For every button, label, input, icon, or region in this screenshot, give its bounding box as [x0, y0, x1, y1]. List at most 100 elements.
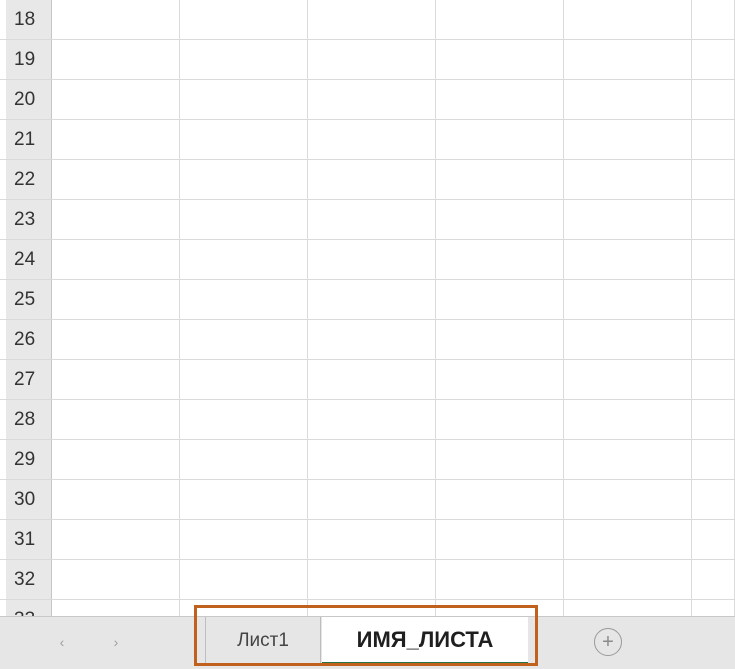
row-header[interactable]: 25 [0, 280, 52, 319]
grid-cell[interactable] [436, 480, 564, 519]
grid-cell[interactable] [180, 240, 308, 279]
grid-cell[interactable] [436, 440, 564, 479]
row-header[interactable]: 26 [0, 320, 52, 359]
grid-cell[interactable] [180, 40, 308, 79]
grid-cell[interactable] [436, 0, 564, 39]
sheet-name-input[interactable] [340, 626, 510, 653]
grid-cell[interactable] [564, 280, 692, 319]
grid-cell[interactable] [692, 560, 735, 599]
grid-cell[interactable] [180, 360, 308, 399]
grid-cell[interactable] [52, 600, 180, 616]
grid-cell[interactable] [436, 320, 564, 359]
grid-cell[interactable] [308, 400, 436, 439]
grid-cell[interactable] [52, 280, 180, 319]
grid-cell[interactable] [564, 40, 692, 79]
grid-cell[interactable] [180, 480, 308, 519]
grid-cell[interactable] [564, 240, 692, 279]
grid-cell[interactable] [308, 200, 436, 239]
grid-cell[interactable] [692, 280, 735, 319]
add-sheet-button[interactable]: + [594, 628, 622, 656]
grid-cell[interactable] [180, 160, 308, 199]
grid-cell[interactable] [308, 480, 436, 519]
grid-cell[interactable] [436, 560, 564, 599]
grid-cell[interactable] [52, 40, 180, 79]
grid-cell[interactable] [692, 40, 735, 79]
sheet-tab-list1[interactable]: Лист1 [205, 617, 321, 665]
grid-cell[interactable] [180, 200, 308, 239]
grid-cell[interactable] [308, 320, 436, 359]
grid-cell[interactable] [52, 400, 180, 439]
grid-cell[interactable] [436, 280, 564, 319]
grid-cell[interactable] [308, 560, 436, 599]
grid-cell[interactable] [308, 280, 436, 319]
sheet-tab-active-rename[interactable] [322, 617, 528, 665]
row-header[interactable]: 30 [0, 480, 52, 519]
grid-cell[interactable] [436, 400, 564, 439]
grid-cell[interactable] [52, 520, 180, 559]
grid-cell[interactable] [436, 600, 564, 616]
row-header[interactable]: 29 [0, 440, 52, 479]
grid-cell[interactable] [564, 200, 692, 239]
grid-cell[interactable] [564, 320, 692, 359]
row-header[interactable]: 23 [0, 200, 52, 239]
grid-cell[interactable] [692, 600, 735, 616]
grid-cell[interactable] [52, 480, 180, 519]
grid-cell[interactable] [52, 200, 180, 239]
row-header[interactable]: 24 [0, 240, 52, 279]
grid-cell[interactable] [52, 0, 180, 39]
grid-cell[interactable] [180, 0, 308, 39]
grid-cell[interactable] [308, 600, 436, 616]
grid-cell[interactable] [564, 160, 692, 199]
grid-cell[interactable] [564, 560, 692, 599]
row-header[interactable]: 20 [0, 80, 52, 119]
scroll-tabs-left-icon[interactable]: ‹ [52, 627, 72, 657]
grid-cell[interactable] [564, 600, 692, 616]
grid-cell[interactable] [692, 160, 735, 199]
grid-cell[interactable] [52, 160, 180, 199]
row-header[interactable]: 27 [0, 360, 52, 399]
grid-cell[interactable] [692, 360, 735, 399]
grid-cell[interactable] [180, 600, 308, 616]
grid-cell[interactable] [692, 0, 735, 39]
row-header[interactable]: 33 [0, 600, 52, 616]
grid-cell[interactable] [308, 0, 436, 39]
grid-cell[interactable] [52, 80, 180, 119]
grid-cell[interactable] [180, 80, 308, 119]
grid-cell[interactable] [180, 440, 308, 479]
grid-cell[interactable] [564, 480, 692, 519]
grid-cell[interactable] [436, 200, 564, 239]
grid-cell[interactable] [52, 440, 180, 479]
grid-cell[interactable] [180, 400, 308, 439]
grid-cell[interactable] [308, 240, 436, 279]
grid-cell[interactable] [180, 320, 308, 359]
grid-cell[interactable] [564, 520, 692, 559]
grid-cell[interactable] [564, 80, 692, 119]
grid-cell[interactable] [436, 160, 564, 199]
grid-cell[interactable] [180, 560, 308, 599]
row-header[interactable]: 18 [0, 0, 52, 39]
grid-cell[interactable] [180, 280, 308, 319]
grid-cell[interactable] [564, 400, 692, 439]
grid-cell[interactable] [436, 360, 564, 399]
scroll-tabs-right-icon[interactable]: › [106, 627, 126, 657]
grid-cell[interactable] [564, 360, 692, 399]
grid-cell[interactable] [308, 160, 436, 199]
grid-cell[interactable] [692, 440, 735, 479]
grid-cell[interactable] [564, 120, 692, 159]
grid-cell[interactable] [692, 320, 735, 359]
grid-cell[interactable] [52, 120, 180, 159]
grid-cell[interactable] [52, 560, 180, 599]
grid-cell[interactable] [436, 120, 564, 159]
grid-cell[interactable] [436, 40, 564, 79]
grid-cell[interactable] [308, 520, 436, 559]
grid-cell[interactable] [180, 520, 308, 559]
grid-cell[interactable] [52, 240, 180, 279]
grid-cell[interactable] [692, 480, 735, 519]
grid-cell[interactable] [692, 120, 735, 159]
row-header[interactable]: 22 [0, 160, 52, 199]
grid-cell[interactable] [692, 400, 735, 439]
grid-cell[interactable] [308, 440, 436, 479]
grid-cell[interactable] [564, 0, 692, 39]
row-header[interactable]: 32 [0, 560, 52, 599]
grid-cell[interactable] [308, 120, 436, 159]
